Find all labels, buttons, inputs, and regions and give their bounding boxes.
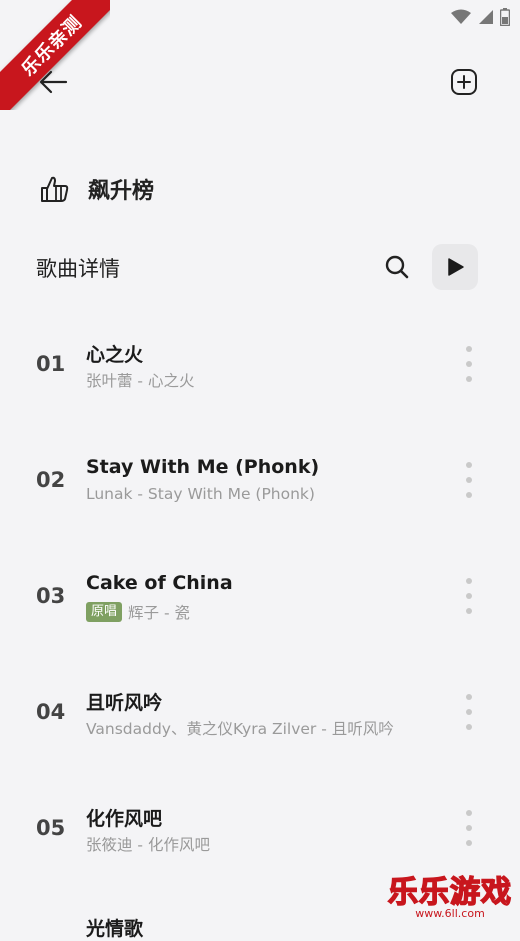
signal-icon (478, 9, 494, 29)
song-subtitle-row: Lunak - Stay With Me (Phonk) (86, 485, 315, 503)
wifi-icon (450, 9, 472, 29)
section-title: 歌曲详情 (36, 257, 120, 281)
more-vertical-icon (466, 462, 472, 468)
more-options-button[interactable] (462, 810, 476, 846)
song-rank: 05 (36, 816, 66, 840)
song-artist-album: 张筱迪 - 化作风吧 (86, 836, 210, 854)
song-row[interactable]: 05 化作风吧 张筱迪 - 化作风吧 (0, 770, 520, 886)
song-row[interactable]: 02 Stay With Me (Phonk) Lunak - Stay Wit… (0, 422, 520, 538)
more-dot (466, 825, 472, 831)
battery-icon (499, 8, 511, 30)
song-subtitle-row: 原唱 辉子 - 瓷 (86, 601, 190, 623)
more-dot (466, 724, 472, 730)
more-vertical-icon (466, 346, 472, 352)
song-artist-album: Vansdaddy、黄之仪Kyra Zilver - 且听风吟 (86, 720, 394, 738)
back-button[interactable] (36, 64, 72, 100)
song-artist-album: Lunak - Stay With Me (Phonk) (86, 485, 315, 503)
more-options-button[interactable] (462, 578, 476, 614)
play-all-button[interactable] (432, 244, 478, 290)
more-dot (466, 361, 472, 367)
chart-title: 飙升榜 (88, 179, 155, 204)
song-list: 01 心之火 张叶蕾 - 心之火 02 Stay With Me (Phonk)… (0, 306, 520, 886)
add-playlist-icon (451, 69, 477, 95)
more-dot (466, 593, 472, 599)
song-title: Cake of China (86, 572, 233, 594)
song-title: Stay With Me (Phonk) (86, 456, 320, 478)
chart-hand-icon (41, 176, 69, 202)
more-dot (466, 840, 472, 846)
more-dot (466, 477, 472, 483)
original-badge: 原唱 (86, 602, 123, 622)
more-dot (466, 376, 472, 382)
more-options-button[interactable] (462, 462, 476, 498)
more-vertical-icon (466, 578, 472, 584)
more-vertical-icon (466, 694, 472, 700)
song-row[interactable]: 03 Cake of China 原唱 辉子 - 瓷 (0, 538, 520, 654)
partial-song-title[interactable]: 光情歌 (86, 914, 143, 941)
song-artist-album: 辉子 - 瓷 (128, 604, 190, 622)
more-dot (466, 608, 472, 614)
search-icon (385, 255, 409, 279)
song-rank: 02 (36, 468, 66, 492)
song-row[interactable]: 04 且听风吟 Vansdaddy、黄之仪Kyra Zilver - 且听风吟 (0, 654, 520, 770)
search-button[interactable] (382, 252, 412, 282)
song-rank: 01 (36, 352, 66, 376)
chart-header: 飙升榜 (38, 172, 154, 206)
more-dot (466, 709, 472, 715)
song-subtitle-row: Vansdaddy、黄之仪Kyra Zilver - 且听风吟 (86, 717, 394, 739)
song-title: 心之火 (86, 344, 144, 366)
song-rank: 04 (36, 700, 66, 724)
song-row[interactable]: 01 心之火 张叶蕾 - 心之火 (0, 306, 520, 422)
status-bar (0, 0, 520, 34)
song-rank: 03 (36, 584, 66, 608)
more-options-button[interactable] (462, 694, 476, 730)
back-arrow-icon (39, 70, 68, 94)
song-title: 且听风吟 (86, 692, 163, 714)
more-dot (466, 492, 472, 498)
top-bar (0, 58, 520, 106)
add-to-playlist-button[interactable] (446, 64, 482, 100)
more-vertical-icon (466, 810, 472, 816)
song-title: 化作风吧 (86, 808, 163, 830)
song-artist-album: 张叶蕾 - 心之火 (86, 372, 195, 390)
watermark-url: www.6ll.com (415, 907, 485, 920)
more-options-button[interactable] (462, 346, 476, 382)
song-subtitle-row: 张筱迪 - 化作风吧 (86, 833, 210, 855)
song-subtitle-row: 张叶蕾 - 心之火 (86, 369, 194, 391)
song-details-row: 歌曲详情 (36, 244, 478, 290)
play-icon (448, 258, 464, 276)
